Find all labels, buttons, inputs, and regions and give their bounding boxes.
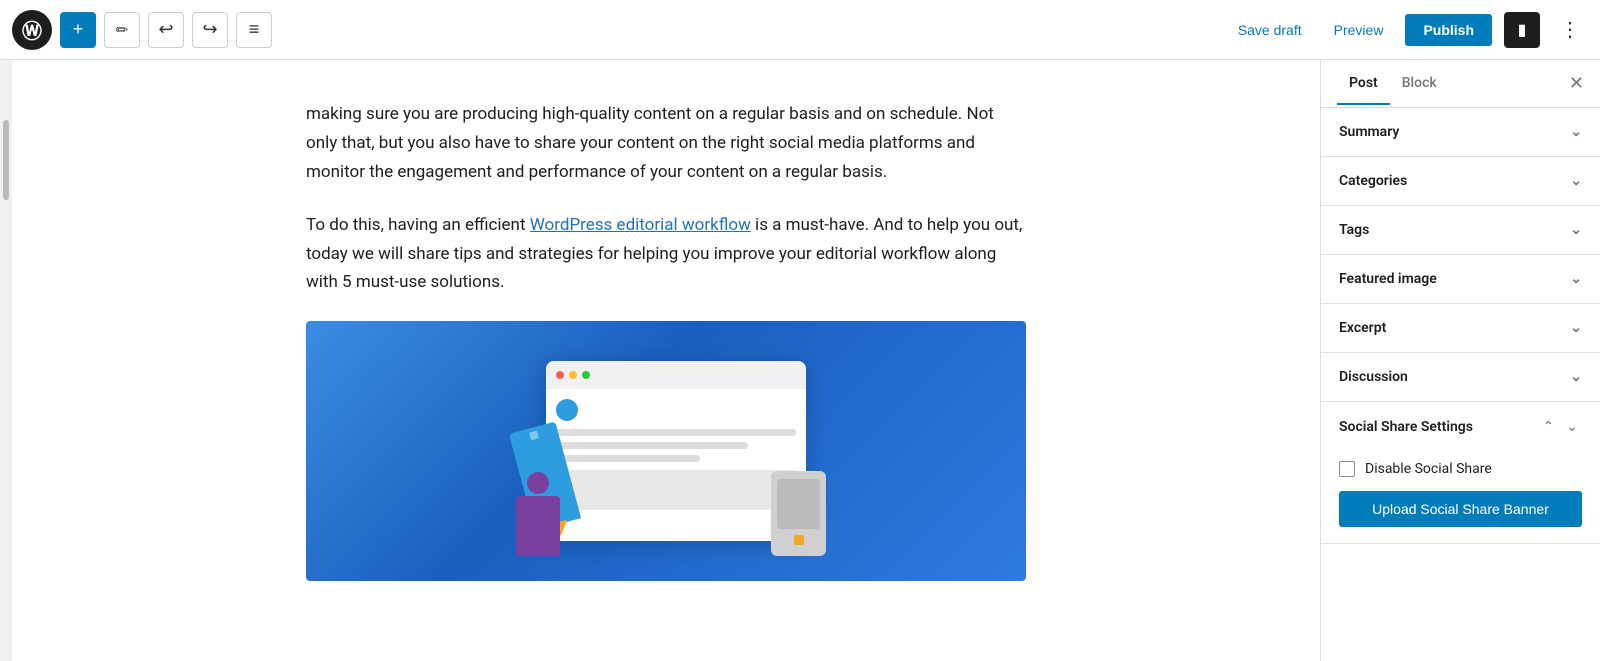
browser-bar (546, 361, 806, 389)
social-share-section: Social Share Settings ⌃ ⌄ Disable Social… (1321, 402, 1600, 544)
redo-icon: ↪ (202, 19, 217, 40)
tab-block[interactable]: Block (1390, 63, 1449, 105)
main-layout: making sure you are producing high-quali… (0, 60, 1600, 661)
accordion-featured-image-label: Featured image (1339, 271, 1437, 287)
upload-social-share-banner-button[interactable]: Upload Social Share Banner (1339, 491, 1582, 527)
publish-button[interactable]: Publish (1405, 14, 1492, 46)
illustration-container (506, 346, 826, 556)
browser-line-1 (556, 429, 796, 436)
accordion-tags-label: Tags (1339, 222, 1369, 238)
monitor-screen (777, 479, 820, 529)
accordion-summary-header[interactable]: Summary ⌄ (1321, 108, 1600, 156)
layout-toggle-button[interactable]: ▮ (1504, 12, 1540, 48)
browser-content-box (556, 470, 796, 510)
editor-area[interactable]: making sure you are producing high-quali… (12, 60, 1320, 661)
accordion-featured-image: Featured image ⌄ (1321, 255, 1600, 304)
preview-button[interactable]: Preview (1324, 16, 1394, 44)
accordion-summary-chevron: ⌄ (1570, 124, 1582, 140)
paragraph-2-prefix: To do this, having an efficient (306, 215, 530, 235)
browser-line-3 (556, 455, 700, 462)
dot-yellow (569, 371, 577, 379)
accordion-discussion: Discussion ⌄ (1321, 353, 1600, 402)
browser-avatar (556, 399, 578, 421)
topbar-actions: Save draft Preview Publish ▮ ⋮ (1228, 12, 1588, 48)
undo-icon: ↩ (158, 19, 173, 40)
accordion-tags: Tags ⌄ (1321, 206, 1600, 255)
accordion-featured-image-chevron: ⌄ (1570, 271, 1582, 287)
social-share-body: Disable Social Share Upload Social Share… (1321, 451, 1600, 543)
disable-social-share-checkbox[interactable] (1339, 461, 1355, 477)
social-share-up-button[interactable]: ⌃ (1539, 416, 1559, 437)
social-share-title: Social Share Settings (1339, 419, 1539, 435)
monitor-button (794, 535, 804, 545)
accordion-excerpt-label: Excerpt (1339, 320, 1386, 336)
accordion-categories-chevron: ⌄ (1570, 173, 1582, 189)
accordion-tags-header[interactable]: Tags ⌄ (1321, 206, 1600, 254)
tab-post[interactable]: Post (1337, 63, 1390, 105)
device-monitor (771, 471, 826, 556)
disable-social-share-label[interactable]: Disable Social Share (1365, 461, 1492, 477)
accordion-excerpt-header[interactable]: Excerpt ⌄ (1321, 304, 1600, 352)
paragraph-1[interactable]: making sure you are producing high-quali… (306, 100, 1026, 187)
add-icon: + (73, 19, 84, 40)
browser-line-2 (556, 442, 748, 449)
list-icon: ≡ (249, 19, 260, 40)
accordion-discussion-label: Discussion (1339, 369, 1408, 385)
accordion-discussion-header[interactable]: Discussion ⌄ (1321, 353, 1600, 401)
person-figure (516, 472, 560, 556)
social-share-header[interactable]: Social Share Settings ⌃ ⌄ (1321, 402, 1600, 451)
social-share-arrows: ⌃ ⌄ (1539, 416, 1582, 437)
undo-button[interactable]: ↩ (148, 12, 184, 48)
accordion-summary-label: Summary (1339, 124, 1399, 140)
accordion-categories: Categories ⌄ (1321, 157, 1600, 206)
panel-tabs: Post Block ✕ (1321, 60, 1600, 108)
right-panel: Post Block ✕ Summary ⌄ Categories ⌄ (1320, 60, 1600, 661)
accordion-summary: Summary ⌄ (1321, 108, 1600, 157)
pencil-eraser (529, 431, 539, 441)
accordion-categories-header[interactable]: Categories ⌄ (1321, 157, 1600, 205)
paragraph-2[interactable]: To do this, having an efficient WordPres… (306, 211, 1026, 298)
browser-profile-row (556, 399, 796, 421)
list-view-button[interactable]: ≡ (236, 12, 272, 48)
browser-body (546, 389, 806, 520)
editor-content: making sure you are producing high-quali… (306, 100, 1026, 581)
accordion-discussion-chevron: ⌄ (1570, 369, 1582, 385)
editor-scrollbar-track[interactable] (0, 60, 12, 661)
dot-red (556, 371, 564, 379)
panel-content[interactable]: Summary ⌄ Categories ⌄ Tags ⌄ (1321, 108, 1600, 661)
person-head (527, 472, 549, 494)
close-panel-button[interactable]: ✕ (1569, 73, 1584, 94)
layout-icon: ▮ (1518, 20, 1527, 40)
topbar: Ⓦ + ✏ ↩ ↪ ≡ Save draft Preview Publish ▮… (0, 0, 1600, 60)
browser-window (546, 361, 806, 541)
accordion-excerpt: Excerpt ⌄ (1321, 304, 1600, 353)
accordion-tags-chevron: ⌄ (1570, 222, 1582, 238)
redo-button[interactable]: ↪ (192, 12, 228, 48)
add-block-button[interactable]: + (60, 12, 96, 48)
edit-mode-button[interactable]: ✏ (104, 12, 140, 48)
person-body (516, 496, 560, 556)
editorial-workflow-link[interactable]: WordPress editorial workflow (530, 215, 751, 235)
accordion-featured-image-header[interactable]: Featured image ⌄ (1321, 255, 1600, 303)
accordion-excerpt-chevron: ⌄ (1570, 320, 1582, 336)
more-options-button[interactable]: ⋮ (1552, 12, 1588, 48)
editor-scrollbar-thumb[interactable] (3, 120, 9, 200)
disable-social-share-row: Disable Social Share (1339, 461, 1582, 477)
edit-icon: ✏ (116, 21, 129, 39)
wp-logo-icon: Ⓦ (12, 10, 52, 50)
more-icon: ⋮ (1560, 17, 1580, 42)
save-draft-button[interactable]: Save draft (1228, 16, 1312, 44)
article-image (306, 321, 1026, 581)
accordion-categories-label: Categories (1339, 173, 1407, 189)
dot-green (582, 371, 590, 379)
social-share-down-button[interactable]: ⌄ (1562, 416, 1582, 437)
wp-logo-text: Ⓦ (22, 15, 42, 44)
